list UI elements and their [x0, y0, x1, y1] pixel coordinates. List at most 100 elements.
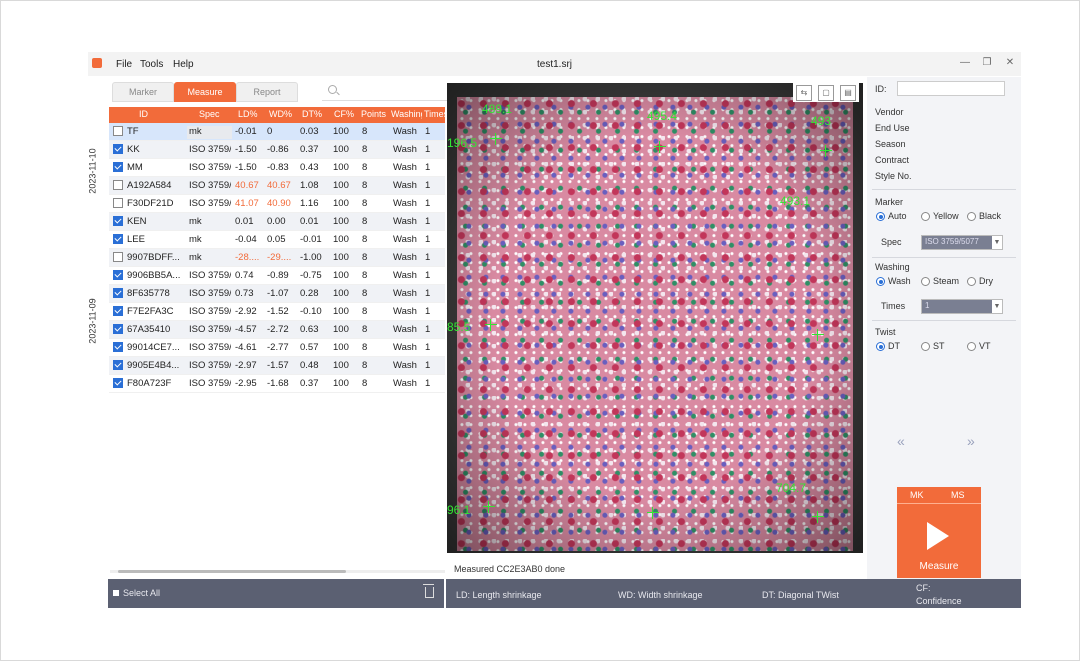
- flip-icon[interactable]: ⇆: [796, 85, 812, 101]
- marker-crosshair[interactable]: [820, 145, 832, 157]
- col-header-times[interactable]: Times: [424, 109, 445, 119]
- tab-marker[interactable]: Marker: [112, 82, 174, 102]
- cell-ld: 0.74: [235, 270, 254, 281]
- row-checkbox[interactable]: [113, 216, 123, 226]
- marker-crosshair[interactable]: [812, 329, 824, 341]
- col-header-id[interactable]: ID: [139, 109, 169, 119]
- measure-button[interactable]: MK MS Measure: [897, 487, 981, 578]
- tab-report[interactable]: Report: [236, 82, 298, 102]
- washing-dry-label[interactable]: Dry: [979, 276, 993, 286]
- table-row[interactable]: 9906BB5A... ISO 3759/0.74 -0.89 -0.75 100 8 Wa…: [109, 267, 445, 285]
- row-checkbox[interactable]: [113, 378, 123, 388]
- table-row[interactable]: TF mk -0.01 0 0.03 100 8 Wash 1: [109, 123, 445, 141]
- col-header-ld[interactable]: LD%: [238, 109, 264, 119]
- table-row[interactable]: 67A35410 ISO 3759/ -4.57 -2.72 0.63 100 8 Wash 1: [109, 321, 445, 339]
- marker-auto-label[interactable]: Auto: [888, 211, 907, 221]
- washing-wash-label[interactable]: Wash: [888, 276, 911, 286]
- table-row[interactable]: 9907BDFF... mk -28.... -29.... -1.00 100 8 Wash…: [109, 249, 445, 267]
- cell-points: 8: [362, 360, 368, 371]
- row-checkbox[interactable]: [113, 126, 123, 136]
- twist-st-label[interactable]: ST: [933, 341, 945, 351]
- fit-icon[interactable]: ▢: [818, 85, 834, 101]
- table-row[interactable]: 9905E4B4... ISO 3759/ -2.97 -1.57 0.48 100 8 Wa…: [109, 357, 445, 375]
- select-all-label[interactable]: Select All: [123, 588, 160, 598]
- spec-dropdown[interactable]: ISO 3759/5077 ▼: [921, 235, 1003, 250]
- table-row[interactable]: MM ISO 3759/ -1.50 -0.83 0.43 100 8 Wash 1: [109, 159, 445, 177]
- cell-wd: 0: [267, 126, 273, 137]
- cell-washing: Wash: [393, 342, 417, 353]
- table-row[interactable]: KEN mk 0.01 0.00 0.01 100 8 Wash 1: [109, 213, 445, 231]
- marker-crosshair[interactable]: [654, 141, 666, 153]
- tab-measure[interactable]: Measure: [174, 82, 236, 102]
- table-horizontal-scrollbar[interactable]: [110, 570, 445, 573]
- row-checkbox[interactable]: [113, 324, 123, 334]
- marker-crosshair[interactable]: [485, 319, 497, 331]
- col-header-washing[interactable]: Washing: [391, 109, 422, 119]
- table-row[interactable]: F30DF21D ISO 3759/41.07 40.90 1.16 100 8 Wash 1: [109, 195, 445, 213]
- next-button[interactable]: »: [967, 433, 975, 449]
- search-input[interactable]: ×: [322, 82, 462, 101]
- mode-ms[interactable]: MS: [951, 490, 965, 500]
- maximize-button[interactable]: ❐: [979, 56, 995, 70]
- row-checkbox[interactable]: [113, 234, 123, 244]
- twist-st-radio[interactable]: [921, 342, 930, 351]
- marker-yellow-radio[interactable]: [921, 212, 930, 221]
- marker-crosshair[interactable]: [483, 501, 495, 513]
- fabric-image-view[interactable]: 489.1 495.4 493 196.5 493.1 85.5 96.1 70…: [447, 82, 863, 553]
- previous-button[interactable]: «: [897, 433, 905, 449]
- trash-icon[interactable]: [423, 584, 434, 598]
- minimize-button[interactable]: —: [957, 56, 973, 70]
- times-dropdown[interactable]: 1 ▼: [921, 299, 1003, 314]
- row-checkbox[interactable]: [113, 144, 123, 154]
- grid-icon[interactable]: ▤: [840, 85, 856, 101]
- menu-tools[interactable]: Tools: [140, 59, 163, 70]
- table-row[interactable]: F7E2FA3C ISO 3759/ -2.92 -1.52 -0.10 100 8 Wash…: [109, 303, 445, 321]
- marker-crosshair[interactable]: [812, 511, 824, 523]
- scrollbar-thumb[interactable]: [118, 570, 346, 573]
- twist-vt-label[interactable]: VT: [979, 341, 991, 351]
- row-checkbox[interactable]: [113, 180, 123, 190]
- select-all-checkbox[interactable]: [113, 590, 119, 596]
- col-header-wd[interactable]: WD%: [269, 109, 295, 119]
- cell-ld: -28....: [235, 252, 260, 263]
- twist-dt-radio[interactable]: [876, 342, 885, 351]
- washing-steam-label[interactable]: Steam: [933, 276, 959, 286]
- twist-vt-radio[interactable]: [967, 342, 976, 351]
- marker-yellow-label[interactable]: Yellow: [933, 211, 959, 221]
- row-checkbox[interactable]: [113, 252, 123, 262]
- row-checkbox[interactable]: [113, 360, 123, 370]
- col-header-cf[interactable]: CF%: [334, 109, 360, 119]
- row-checkbox[interactable]: [113, 342, 123, 352]
- row-checkbox[interactable]: [113, 162, 123, 172]
- row-checkbox[interactable]: [113, 198, 123, 208]
- table-row[interactable]: 8F635778 ISO 3759/0.73 -1.07 0.28 100 8 Wash 1: [109, 285, 445, 303]
- row-checkbox[interactable]: [113, 288, 123, 298]
- table-row[interactable]: KK ISO 3759/ -1.50 -0.86 0.37 100 8 Wash 1: [109, 141, 445, 159]
- close-button[interactable]: ✕: [1002, 56, 1018, 70]
- row-checkbox[interactable]: [113, 270, 123, 280]
- row-checkbox[interactable]: [113, 306, 123, 316]
- menu-file[interactable]: File: [116, 59, 132, 70]
- marker-auto-radio[interactable]: [876, 212, 885, 221]
- col-header-dt[interactable]: DT%: [302, 109, 328, 119]
- table-row[interactable]: A192A584 ISO 3759/40.67 40.67 1.08 100 8 Wash 1: [109, 177, 445, 195]
- id-input[interactable]: [897, 81, 1005, 96]
- marker-crosshair[interactable]: [490, 133, 502, 145]
- washing-dry-radio[interactable]: [967, 277, 976, 286]
- cell-spec: mk: [189, 126, 202, 137]
- washing-steam-radio[interactable]: [921, 277, 930, 286]
- marker-crosshair[interactable]: [647, 507, 659, 519]
- menu-help[interactable]: Help: [173, 59, 194, 70]
- mode-mk[interactable]: MK: [910, 490, 924, 500]
- twist-dt-label[interactable]: DT: [888, 341, 900, 351]
- washing-wash-radio[interactable]: [876, 277, 885, 286]
- col-header-spec[interactable]: Spec: [199, 109, 229, 119]
- table-row[interactable]: LEE mk -0.04 0.05 -0.01 100 8 Wash 1: [109, 231, 445, 249]
- table-row[interactable]: F80A723F ISO 3759/ -2.95 -1.68 0.37 100 8 Wash 1: [109, 375, 445, 393]
- col-header-points[interactable]: Points: [361, 109, 389, 119]
- marker-black-radio[interactable]: [967, 212, 976, 221]
- table-row[interactable]: 99014CE7... ISO 3759/ -4.61 -2.77 0.57 100 8 Wa…: [109, 339, 445, 357]
- cell-washing: Wash: [393, 306, 417, 317]
- marker-black-label[interactable]: Black: [979, 211, 1001, 221]
- status-message: Measured CC2E3AB0 done: [454, 564, 566, 574]
